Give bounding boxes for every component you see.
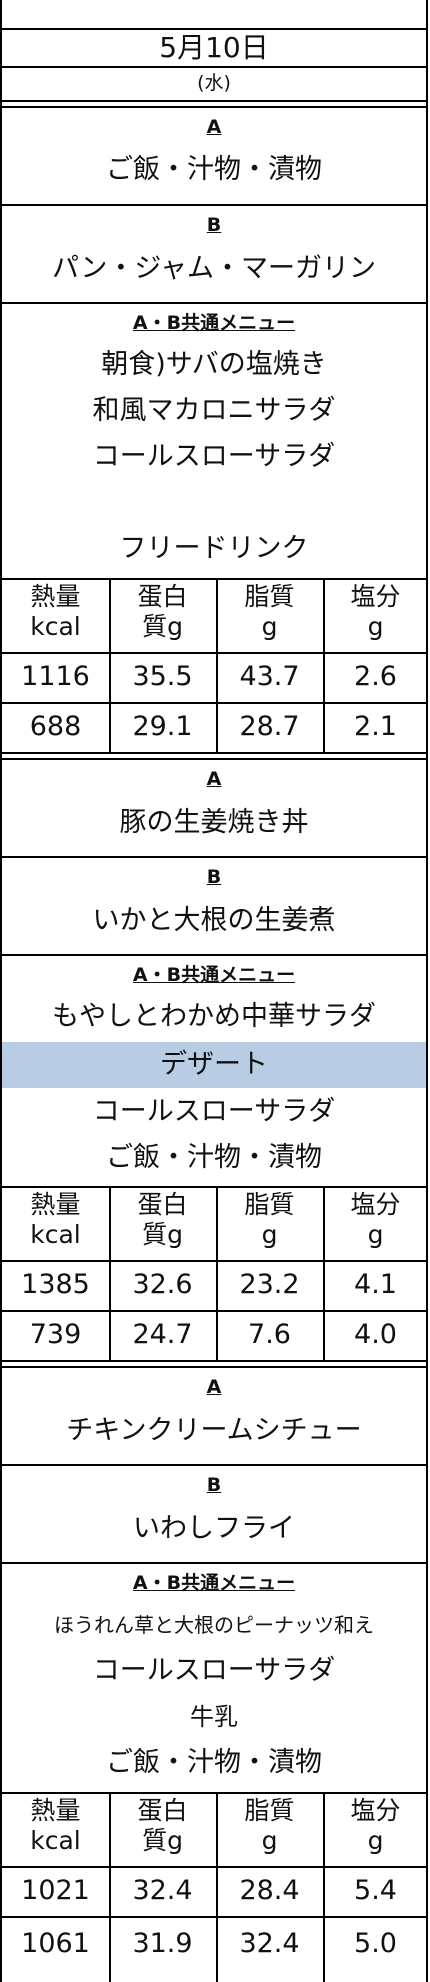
meal3-common-item-2: コールスローサラダ [92, 1655, 336, 1686]
meal2-header-energy: 熱量 kcal [30, 1190, 81, 1249]
meal3-common-label: A・B共通メニュー [132, 1572, 296, 1594]
meal3-header-fat: 脂質 g [244, 1796, 295, 1855]
meal2-header-fat: 脂質 g [244, 1190, 295, 1249]
meal1-a-salt: 2.6 [354, 661, 397, 692]
meal1-header-salt: 塩分 g [350, 582, 401, 641]
meal3-b-label: B [206, 1474, 222, 1496]
meal3-common-item-3: 牛乳 [190, 1703, 238, 1731]
meal1-common-item-1: 朝食)サバの塩焼き [101, 349, 327, 380]
meal2-common-item-1: もやしとわかめ中華サラダ [52, 1001, 376, 1032]
meal3-a-fat: 28.4 [239, 1875, 300, 1906]
meal1-b-energy: 688 [29, 711, 82, 742]
meal2-b-protein: 24.7 [132, 1319, 193, 1350]
meal3-common-item-4: ご飯・汁物・漬物 [106, 1747, 322, 1778]
meal3-a-label: A [206, 1376, 222, 1398]
meal3-a-item: チキンクリームシチュー [66, 1415, 362, 1446]
meal1-b-protein: 29.1 [132, 711, 193, 742]
meal3-header-salt: 塩分 g [350, 1796, 401, 1855]
meal2-common-item-3: コールスローサラダ [92, 1096, 336, 1127]
meal1-b-salt: 2.1 [354, 711, 397, 742]
meal2-b-label: B [206, 866, 222, 888]
meal1-a-energy: 1116 [21, 661, 90, 692]
meal1-header-protein: 蛋白 質g [137, 582, 188, 641]
meal1-b-fat: 28.7 [239, 711, 300, 742]
meal1-common-label: A・B共通メニュー [132, 312, 296, 334]
meal3-header-protein: 蛋白 質g [137, 1796, 188, 1855]
meal1-common-item-2: 和風マカロニサラダ [92, 395, 336, 426]
meal2-header-salt: 塩分 g [350, 1190, 401, 1249]
meal1-common-item-4 [2, 482, 426, 524]
meal1-a-label: A [206, 116, 222, 138]
meal3-a-salt: 5.4 [354, 1875, 397, 1906]
meal2-b-energy: 739 [29, 1319, 82, 1350]
meal1-common-item-3: コールスローサラダ [92, 441, 336, 472]
meal1-a-protein: 35.5 [132, 661, 193, 692]
meal3-a-protein: 32.4 [132, 1875, 193, 1906]
meal3-b-protein: 31.9 [132, 1928, 193, 1959]
meal3-a-energy: 1021 [21, 1875, 90, 1906]
meal2-header-protein: 蛋白 質g [137, 1190, 188, 1249]
meal2-a-label: A [206, 768, 222, 790]
meal1-b-label: B [206, 214, 222, 236]
meal3-b-fat: 32.4 [239, 1928, 300, 1959]
meal2-a-fat: 23.2 [239, 1269, 300, 1300]
meal1-a-item: ご飯・汁物・漬物 [106, 154, 322, 185]
weekday-label: (水) [197, 72, 231, 94]
meal3-common-item-1: ほうれん草と大根のピーナッツ和え [54, 1613, 374, 1637]
meal2-b-salt: 4.0 [354, 1319, 397, 1350]
meal3-b-item: いわしフライ [133, 1513, 295, 1544]
meal1-b-item: パン・ジャム・マーガリン [52, 253, 376, 284]
date-title: 5月10日 [159, 31, 269, 64]
meal2-common-label: A・B共通メニュー [132, 964, 296, 986]
meal3-b-salt: 5.0 [354, 1928, 397, 1959]
meal1-common-item-5: フリードリンク [119, 533, 309, 564]
meal2-b-item: いかと大根の生姜煮 [92, 905, 336, 936]
meal2-a-salt: 4.1 [354, 1269, 397, 1300]
meal1-a-fat: 43.7 [239, 661, 300, 692]
meal2-a-energy: 1385 [21, 1269, 90, 1300]
meal3-header-energy: 熱量 kcal [30, 1796, 81, 1855]
meal2-dessert-band: デザート [2, 1042, 426, 1088]
menu-sheet: 5月10日 (水) A ご飯・汁物・漬物 B パン・ジャム・マーガリン A・B共… [0, 0, 428, 1982]
meal2-a-item: 豚の生姜焼き丼 [119, 807, 309, 838]
meal1-header-energy: 熱量 kcal [30, 582, 81, 641]
meal3-b-energy: 1061 [21, 1928, 90, 1959]
meal2-b-fat: 7.6 [248, 1319, 291, 1350]
meal1-header-fat: 脂質 g [244, 582, 295, 641]
meal2-common-item-4: ご飯・汁物・漬物 [106, 1142, 322, 1173]
meal2-a-protein: 32.6 [132, 1269, 193, 1300]
